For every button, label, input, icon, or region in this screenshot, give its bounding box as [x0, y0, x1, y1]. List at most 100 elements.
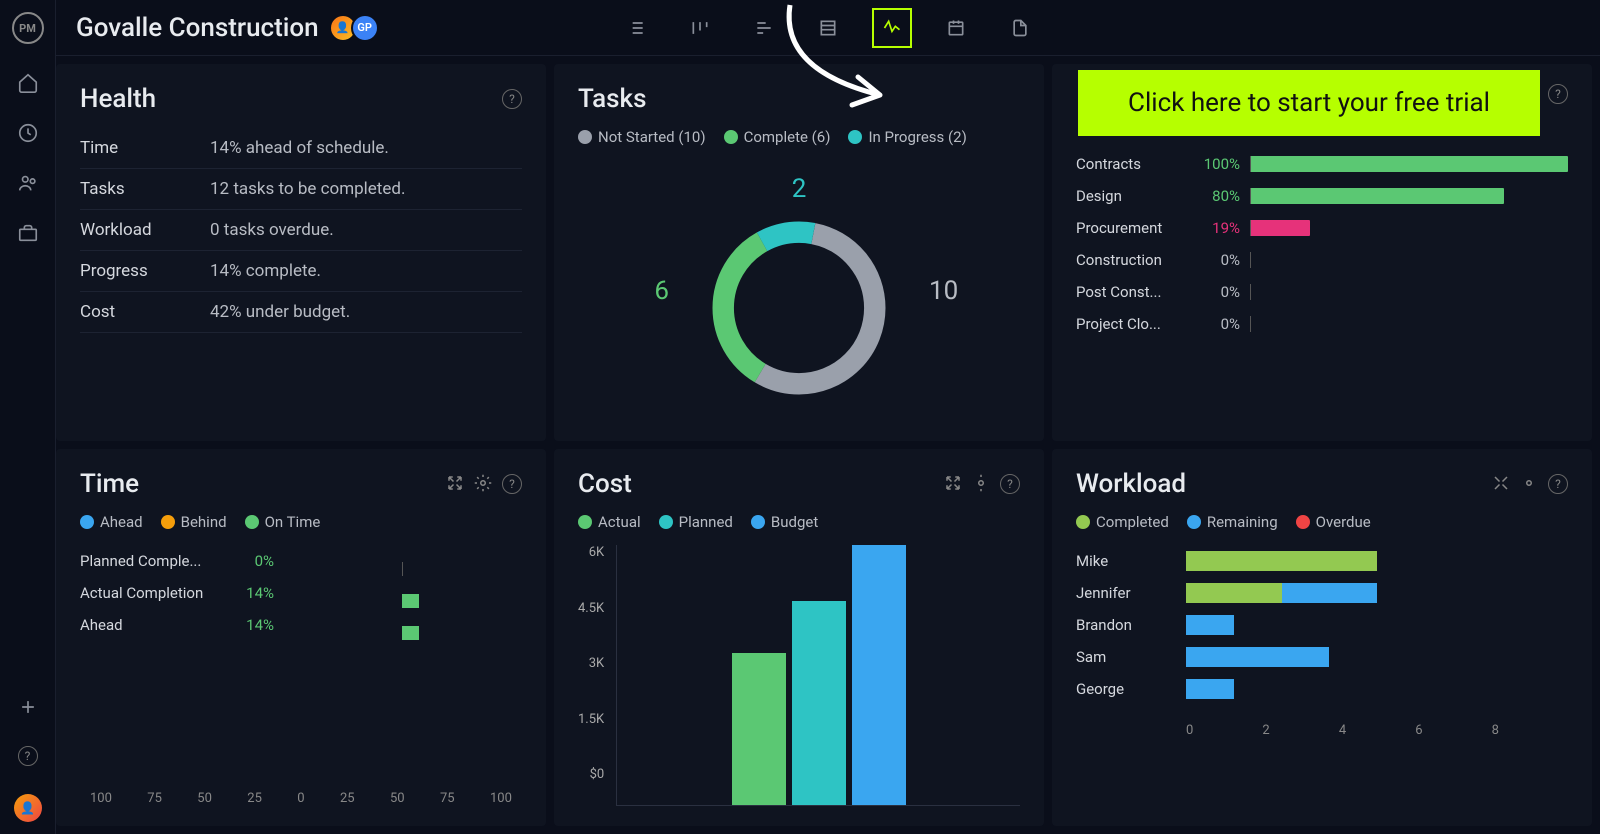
view-list-icon[interactable] [616, 8, 656, 48]
view-switcher [616, 8, 1040, 48]
axis-label: 50 [390, 791, 405, 806]
time-bar [402, 626, 419, 640]
legend-item[interactable]: Completed [1076, 513, 1169, 531]
progress-bar-wrap [1250, 316, 1568, 332]
progress-pct: 80% [1196, 187, 1240, 205]
panel-title-cost: Cost [578, 469, 632, 499]
legend-label: Budget [771, 513, 818, 531]
legend-item[interactable]: Budget [751, 513, 818, 531]
legend-item[interactable]: Ahead [80, 513, 143, 531]
legend-dot [578, 130, 592, 144]
gear-icon[interactable] [1520, 474, 1538, 494]
workload-bar [1186, 615, 1568, 635]
gear-icon[interactable] [474, 474, 492, 494]
panel-health: Health ? Time 14% ahead of schedule. Tas… [56, 64, 546, 441]
legend-item[interactable]: Not Started (10) [578, 128, 706, 146]
progress-bar [1250, 220, 1310, 236]
help-icon[interactable]: ? [1548, 84, 1568, 104]
legend-dot [161, 515, 175, 529]
expand-icon[interactable] [1492, 474, 1510, 494]
workload-row: Mike [1076, 545, 1568, 577]
home-icon[interactable] [17, 72, 39, 94]
legend-item[interactable]: Overdue [1296, 513, 1371, 531]
progress-bar-wrap [1250, 188, 1568, 204]
view-board-icon[interactable] [680, 8, 720, 48]
expand-icon[interactable] [944, 474, 962, 494]
legend-item[interactable]: Planned [659, 513, 733, 531]
progress-name: Construction [1076, 251, 1186, 269]
legend-dot [848, 130, 862, 144]
cta-banner[interactable]: Click here to start your free trial [1078, 70, 1540, 136]
help-icon[interactable]: ? [1548, 474, 1568, 494]
health-value: 14% complete. [210, 261, 321, 281]
workload-bar [1186, 647, 1568, 667]
view-file-icon[interactable] [1000, 8, 1040, 48]
time-legend: Ahead Behind On Time [80, 513, 522, 531]
pm-logo[interactable]: PM [12, 12, 44, 44]
view-sheet-icon[interactable] [808, 8, 848, 48]
axis-label: 4.5K [578, 601, 604, 616]
topbar: Govalle Construction 👤 GP [56, 0, 1600, 56]
legend-label: Planned [679, 513, 733, 531]
view-calendar-icon[interactable] [936, 8, 976, 48]
progress-name: Design [1076, 187, 1186, 205]
workload-bar [1186, 551, 1568, 571]
legend-item[interactable]: Behind [161, 513, 227, 531]
axis-label: 75 [147, 791, 162, 806]
help-icon[interactable]: ? [1000, 474, 1020, 494]
panel-workload: Workload ? Completed Remaining Overdue [1052, 449, 1592, 826]
health-label: Progress [80, 261, 210, 281]
time-axis: 1007550250255075100 [80, 791, 522, 806]
progress-bar-wrap [1250, 220, 1568, 236]
add-icon[interactable] [18, 697, 38, 717]
briefcase-icon[interactable] [17, 222, 39, 244]
legend-dot [1296, 515, 1310, 529]
team-icon[interactable] [17, 172, 39, 194]
legend-item[interactable]: On Time [245, 513, 321, 531]
health-row: Time 14% ahead of schedule. [80, 128, 522, 169]
view-gantt-icon[interactable] [744, 8, 784, 48]
donut-top-label: 2 [792, 174, 807, 204]
expand-icon[interactable] [446, 474, 464, 494]
health-value: 42% under budget. [210, 302, 350, 322]
view-dashboard-icon[interactable] [872, 8, 912, 48]
cost-bar [732, 653, 786, 805]
progress-bar-wrap [1250, 284, 1568, 300]
legend-item[interactable]: Remaining [1187, 513, 1278, 531]
user-avatar[interactable]: 👤 [14, 794, 42, 822]
axis-label: 75 [440, 791, 455, 806]
project-title: Govalle Construction [76, 13, 319, 43]
legend-dot [578, 515, 592, 529]
progress-pct: 0% [1196, 251, 1240, 269]
workload-name: Sam [1076, 648, 1186, 666]
panel-title-health: Health [80, 84, 156, 114]
help-icon[interactable]: ? [502, 89, 522, 109]
legend-label: Complete (6) [744, 128, 831, 146]
time-row: Actual Completion 14% [80, 577, 522, 609]
legend-dot [245, 515, 259, 529]
legend-dot [751, 515, 765, 529]
progress-row: Contracts 100% [1076, 148, 1568, 180]
time-row: Ahead 14% [80, 609, 522, 641]
legend-item[interactable]: In Progress (2) [848, 128, 966, 146]
avatar-2[interactable]: GP [351, 14, 379, 42]
gear-icon[interactable] [972, 474, 990, 494]
progress-pct: 0% [1196, 315, 1240, 333]
workload-name: Mike [1076, 552, 1186, 570]
axis-label: 50 [197, 791, 212, 806]
recent-icon[interactable] [17, 122, 39, 144]
help-icon[interactable]: ? [18, 745, 38, 766]
progress-name: Contracts [1076, 155, 1186, 173]
panel-tasks: Tasks Not Started (10) Complete (6) In P… [554, 64, 1044, 441]
help-icon[interactable]: ? [502, 474, 522, 494]
legend-item[interactable]: Complete (6) [724, 128, 831, 146]
axis-label: 6 [1415, 723, 1491, 738]
axis-label: 1.5K [578, 712, 604, 727]
progress-bar [1250, 188, 1504, 204]
progress-row: Project Clo... 0% [1076, 308, 1568, 340]
legend-label: Overdue [1316, 513, 1371, 531]
health-value: 14% ahead of schedule. [210, 138, 389, 158]
legend-item[interactable]: Actual [578, 513, 641, 531]
avatar-group[interactable]: 👤 GP [335, 14, 379, 42]
panel-title-workload: Workload [1076, 469, 1186, 499]
